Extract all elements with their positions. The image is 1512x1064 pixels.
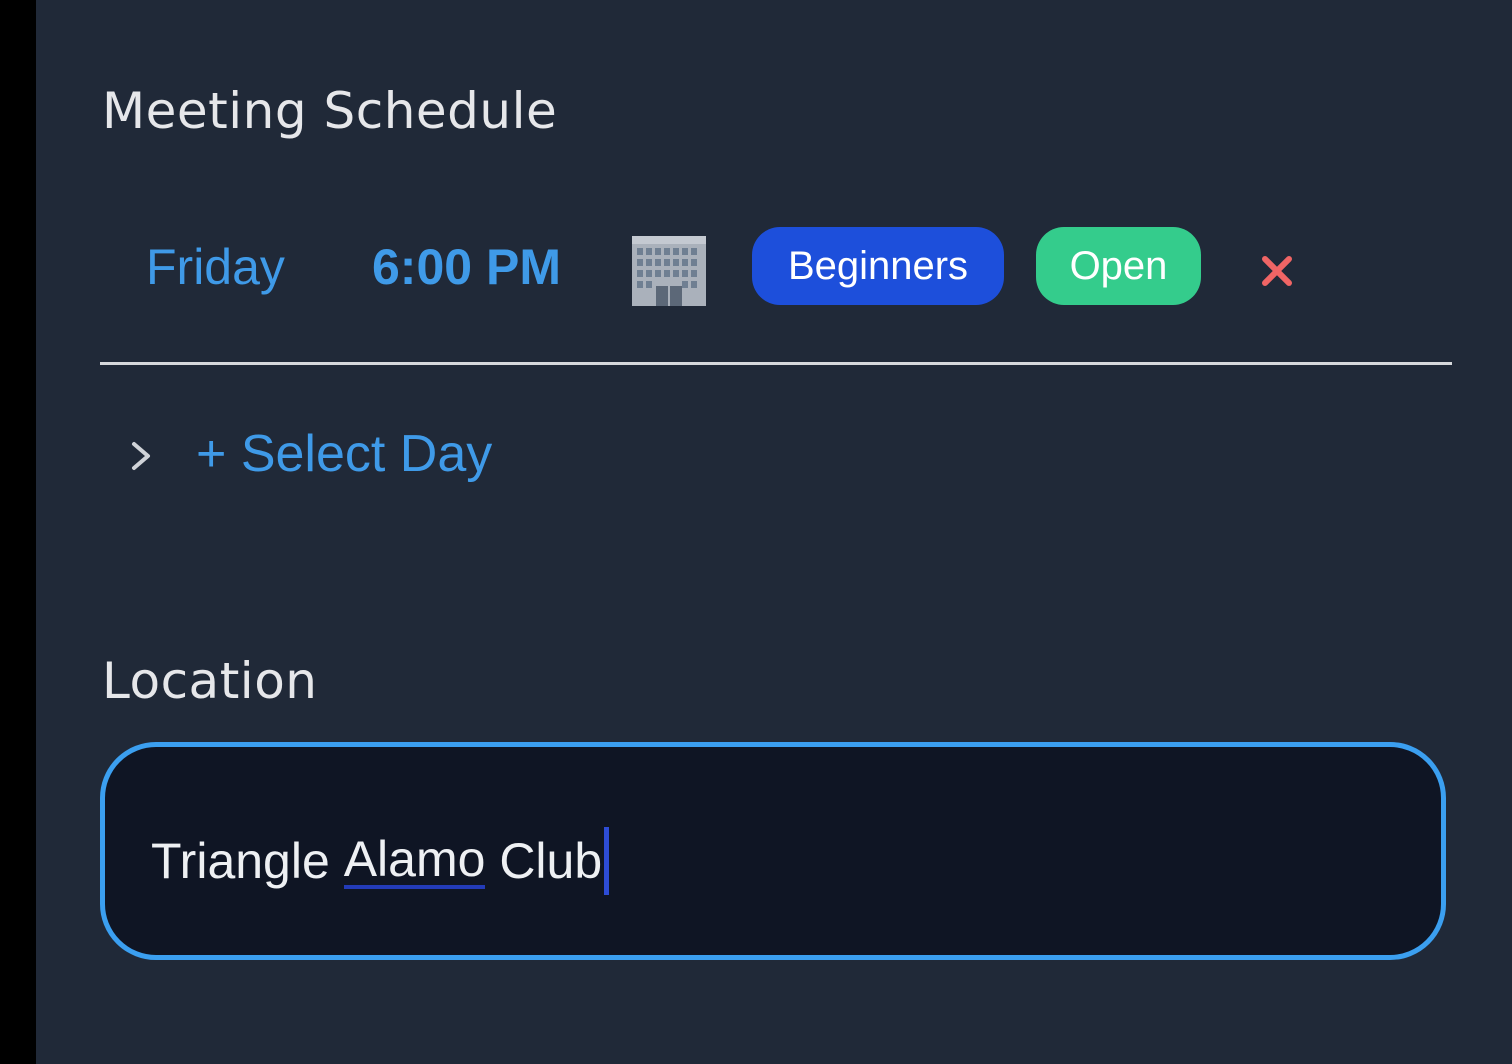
location-heading: Location (102, 652, 318, 710)
meeting-time[interactable]: 6:00 PM (372, 238, 561, 296)
open-tag: Open (1036, 227, 1201, 305)
input-text-part: Club (485, 833, 603, 889)
divider (100, 362, 1452, 365)
input-text-part: Triangle (151, 833, 344, 889)
location-input[interactable]: Triangle Alamo Club (100, 742, 1446, 960)
meeting-entry[interactable]: Friday 6:00 PM Beginners Open (100, 222, 1452, 312)
text-caret (604, 827, 610, 895)
meeting-schedule-heading: Meeting Schedule (102, 82, 558, 140)
autocorrect-underlined-word: Alamo (343, 831, 486, 889)
select-day-label: + Select Day (196, 425, 493, 483)
window-edge (0, 0, 36, 1064)
select-day-button[interactable]: + Select Day (118, 422, 578, 492)
office-building-icon (632, 236, 706, 306)
close-icon[interactable] (1260, 254, 1294, 288)
meeting-day[interactable]: Friday (146, 238, 285, 296)
beginners-tag: Beginners (752, 227, 1004, 305)
chevron-right-icon (132, 442, 150, 470)
location-input-value: Triangle Alamo Club (151, 827, 610, 895)
